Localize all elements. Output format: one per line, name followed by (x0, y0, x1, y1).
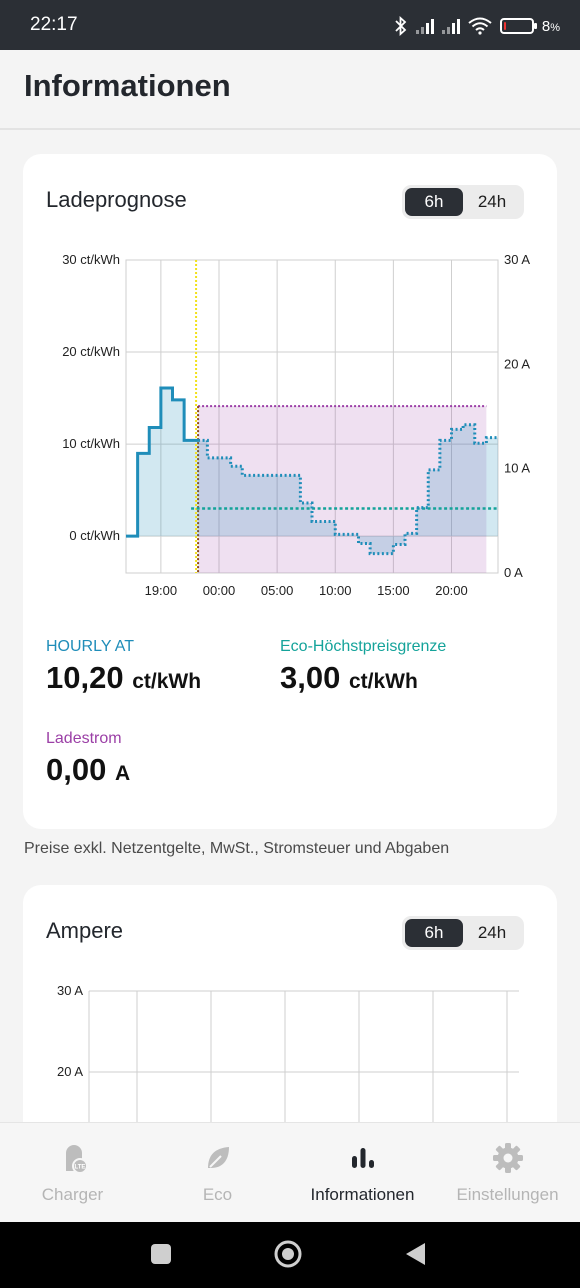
eco-limit-metric-value-row: 3,00 ct/kWh (280, 660, 446, 696)
charger-lte-badge: LTE (74, 1165, 85, 1171)
bluetooth-icon (395, 16, 407, 36)
forecast-chart: 0 ct/kWh 10 ct/kWh 20 ct/kWh 30 ct/kWh 0 A 10… (62, 252, 530, 598)
ampere-y-axis-tick-label: 20 A (57, 1064, 83, 1079)
signal-icon-2 (441, 18, 460, 34)
charging-current-metric-value-row: 0,00 A (46, 752, 130, 788)
nav-item-charger[interactable]: LTE Charger (0, 1123, 145, 1222)
nav-label-einstellungen: Einstellungen (456, 1185, 559, 1204)
status-bar: 22:17 8% (0, 0, 580, 50)
system-navigation-bar (0, 1222, 580, 1288)
signal-icon-1 (415, 18, 434, 34)
battery-icon (499, 18, 537, 34)
price-metric: HOURLY AT 10,20 ct/kWh (46, 638, 201, 696)
nav-label-eco: Eco (202, 1185, 233, 1204)
back-button[interactable] (406, 1243, 425, 1265)
x-axis-tick-label: 19:00 (145, 583, 178, 598)
status-icons: 8% (394, 13, 560, 39)
status-time: 22:17 (30, 14, 78, 35)
y-axis-right-tick-label: 20 A (504, 356, 530, 371)
charger-icon: LTE (56, 1141, 90, 1175)
nav-item-eco[interactable]: Eco (145, 1123, 290, 1222)
home-button-dot (282, 1248, 294, 1260)
ampere-chart: 30 A 20 A (57, 983, 519, 1122)
eco-limit-metric-label: Eco-Höchstpreisgrenze (280, 638, 447, 655)
y-axis-left-tick-label: 20 ct/kWh (62, 344, 120, 359)
nav-item-einstellungen[interactable]: Einstellungen (435, 1123, 580, 1222)
x-axis-tick-label: 10:00 (319, 583, 352, 598)
ampere-y-axis-tick-label: 30 A (57, 983, 83, 998)
ampere-card: Ampere 6h 24h 30 A 20 A (23, 885, 557, 1145)
charging-current-metric-label: Ladestrom (46, 730, 122, 747)
x-axis-tick-label: 15:00 (377, 583, 410, 598)
battery-unit: % (550, 21, 560, 34)
gear-icon (492, 1141, 524, 1175)
y-axis-left-tick-label: 10 ct/kWh (62, 436, 120, 451)
eco-limit-metric-value: 3,00 (280, 660, 341, 695)
price-footnote: Preise exkl. Netzentgelte, MwSt., Stroms… (24, 840, 450, 857)
price-metric-value: 10,20 (46, 660, 124, 695)
y-axis-left-tick-label: 0 ct/kWh (69, 528, 120, 543)
nav-label-informationen: Informationen (310, 1185, 415, 1204)
bar-chart-icon (349, 1141, 377, 1175)
bottom-navigation: LTE Charger Eco Informationen Einstellun… (0, 1122, 580, 1222)
x-axis-tick-label: 20:00 (435, 583, 468, 598)
eco-limit-metric-unit: ct/kWh (348, 670, 418, 693)
battery-level-fill (503, 22, 506, 30)
price-metric-label: HOURLY AT (46, 638, 135, 655)
price-metric-value-row: 10,20 ct/kWh (46, 660, 201, 696)
app-header: Informationen (0, 50, 580, 130)
nav-label-charger: Charger (41, 1185, 104, 1204)
eco-limit-metric: Eco-Höchstpreisgrenze 3,00 ct/kWh (280, 638, 446, 696)
wifi-icon (468, 17, 492, 35)
charging-current-metric: Ladestrom 0,00 A (46, 730, 130, 788)
nav-item-informationen[interactable]: Informationen (290, 1123, 435, 1222)
y-axis-right-tick-label: 30 A (504, 252, 530, 267)
y-axis-right-tick-label: 10 A (504, 461, 530, 476)
charging-current-metric-value: 0,00 (46, 752, 107, 787)
charging-current-metric-unit: A (114, 762, 131, 785)
leaf-icon (203, 1141, 233, 1175)
battery-percent: 8% (542, 18, 560, 35)
x-axis-tick-label: 05:00 (261, 583, 294, 598)
system-nav-buttons (151, 1240, 425, 1268)
y-axis-left-tick-label: 30 ct/kWh (62, 252, 120, 267)
page-title: Informationen (24, 68, 231, 103)
recent-apps-button[interactable] (151, 1244, 171, 1264)
forecast-card: Ladeprognose 6h 24h 0 ct/kWh 10 ct/kWh 20 … (23, 154, 557, 829)
battery-level: 8 (541, 17, 551, 35)
price-metric-unit: ct/kWh (132, 670, 202, 693)
x-axis-tick-label: 00:00 (203, 583, 236, 598)
y-axis-right-tick-label: 0 A (504, 565, 523, 580)
